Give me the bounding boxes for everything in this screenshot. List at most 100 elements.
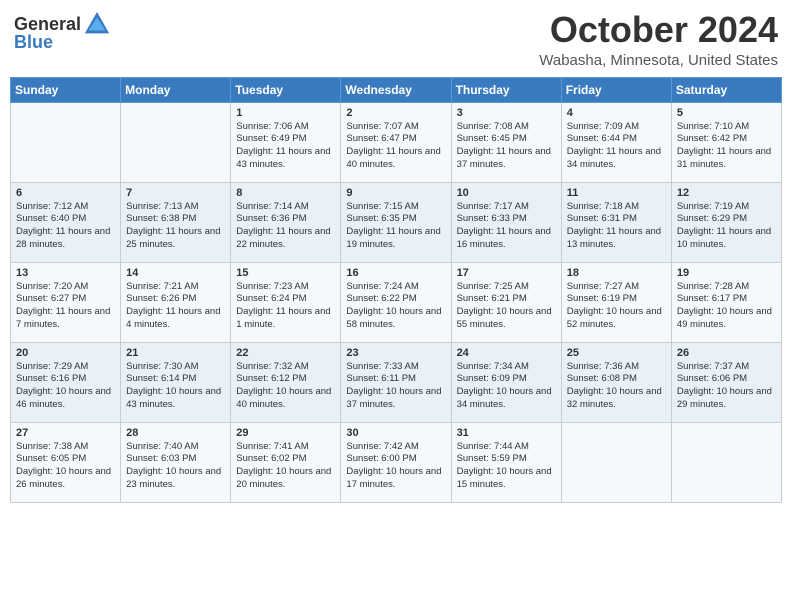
calendar-cell: 23 Sunrise: 7:33 AM Sunset: 6:11 PM Dayli…: [341, 342, 451, 422]
cell-content: Sunrise: 7:28 AM Sunset: 6:17 PM Dayligh…: [677, 281, 776, 332]
calendar-cell: [11, 102, 121, 182]
calendar-cell: 18Sunrise: 7:27 AM Sunset: 6:19 PM Dayli…: [561, 262, 671, 342]
calendar-cell: 30 Sunrise: 7:42 AM Sunset: 6:00 PM Dayli…: [341, 422, 451, 502]
day-number: 16: [346, 267, 445, 279]
calendar-table: SundayMondayTuesdayWednesdayThursdayFrid…: [10, 77, 782, 503]
cell-content: Sunrise: 7:41 AM Sunset: 6:02 PM Dayligh…: [236, 441, 335, 492]
day-number: 20: [16, 347, 115, 359]
cell-content: Sunrise: 7:32 AM Sunset: 6:12 PM Dayligh…: [236, 361, 335, 412]
day-number: 8: [236, 187, 335, 199]
day-number: 19: [677, 267, 776, 279]
cell-content: Sunrise: 7:25 AM Sunset: 6:21 PM Dayligh…: [457, 281, 556, 332]
cell-content: Sunrise: 7:44 AM Sunset: 5:59 PM Dayligh…: [457, 441, 556, 492]
day-number: 7: [126, 187, 225, 199]
day-number: 29: [236, 427, 335, 439]
cell-content: Sunrise: 7:20 AM Sunset: 6:27 PM Dayligh…: [16, 281, 115, 332]
location-title: Wabasha, Minnesota, United States: [539, 52, 778, 69]
cell-content: Sunrise: 7:30 AM Sunset: 6:14 PM Dayligh…: [126, 361, 225, 412]
cell-content: Sunrise: 7:33 AM Sunset: 6:11 PM Dayligh…: [346, 361, 445, 412]
cell-content: Sunrise: 7:36 AM Sunset: 6:08 PM Dayligh…: [567, 361, 666, 412]
day-number: 3: [457, 107, 556, 119]
cell-content: Sunrise: 7:14 AM Sunset: 6:36 PM Dayligh…: [236, 201, 335, 252]
day-number: 11: [567, 187, 666, 199]
page-header: General Blue October 2024 Wabasha, Minne…: [10, 10, 782, 69]
calendar-cell: 20 Sunrise: 7:29 AM Sunset: 6:16 PM Dayli…: [11, 342, 121, 422]
day-header-monday: Monday: [121, 77, 231, 102]
calendar-cell: 22 Sunrise: 7:32 AM Sunset: 6:12 PM Dayli…: [231, 342, 341, 422]
day-number: 1: [236, 107, 335, 119]
calendar-cell: [121, 102, 231, 182]
day-number: 12: [677, 187, 776, 199]
cell-content: Sunrise: 7:37 AM Sunset: 6:06 PM Dayligh…: [677, 361, 776, 412]
calendar-cell: 24 Sunrise: 7:34 AM Sunset: 6:09 PM Dayli…: [451, 342, 561, 422]
calendar-cell: 8 Sunrise: 7:14 AM Sunset: 6:36 PM Daylig…: [231, 182, 341, 262]
cell-content: Sunrise: 7:21 AM Sunset: 6:26 PM Dayligh…: [126, 281, 225, 332]
calendar-week-row: 13 Sunrise: 7:20 AM Sunset: 6:27 PM Dayli…: [11, 262, 782, 342]
day-number: 4: [567, 107, 666, 119]
calendar-cell: [561, 422, 671, 502]
calendar-cell: 21 Sunrise: 7:30 AM Sunset: 6:14 PM Dayli…: [121, 342, 231, 422]
day-number: 18: [567, 267, 666, 279]
calendar-cell: 28 Sunrise: 7:40 AM Sunset: 6:03 PM Dayli…: [121, 422, 231, 502]
day-number: 31: [457, 427, 556, 439]
day-header-thursday: Thursday: [451, 77, 561, 102]
cell-content: Sunrise: 7:24 AM Sunset: 6:22 PM Dayligh…: [346, 281, 445, 332]
day-number: 30: [346, 427, 445, 439]
cell-content: Sunrise: 7:12 AM Sunset: 6:40 PM Dayligh…: [16, 201, 115, 252]
cell-content: Sunrise: 7:34 AM Sunset: 6:09 PM Dayligh…: [457, 361, 556, 412]
day-number: 9: [346, 187, 445, 199]
day-number: 26: [677, 347, 776, 359]
cell-content: Sunrise: 7:40 AM Sunset: 6:03 PM Dayligh…: [126, 441, 225, 492]
day-number: 5: [677, 107, 776, 119]
cell-content: Sunrise: 7:38 AM Sunset: 6:05 PM Dayligh…: [16, 441, 115, 492]
day-number: 15: [236, 267, 335, 279]
calendar-cell: 26 Sunrise: 7:37 AM Sunset: 6:06 PM Dayli…: [671, 342, 781, 422]
calendar-cell: 4 Sunrise: 7:09 AM Sunset: 6:44 PM Daylig…: [561, 102, 671, 182]
logo: General Blue: [14, 10, 111, 53]
calendar-header-row: SundayMondayTuesdayWednesdayThursdayFrid…: [11, 77, 782, 102]
day-number: 23: [346, 347, 445, 359]
day-header-wednesday: Wednesday: [341, 77, 451, 102]
cell-content: Sunrise: 7:08 AM Sunset: 6:45 PM Dayligh…: [457, 121, 556, 172]
month-title: October 2024: [539, 10, 778, 50]
day-header-saturday: Saturday: [671, 77, 781, 102]
calendar-week-row: 27Sunrise: 7:38 AM Sunset: 6:05 PM Dayli…: [11, 422, 782, 502]
cell-content: Sunrise: 7:10 AM Sunset: 6:42 PM Dayligh…: [677, 121, 776, 172]
cell-content: Sunrise: 7:07 AM Sunset: 6:47 PM Dayligh…: [346, 121, 445, 172]
calendar-cell: 31 Sunrise: 7:44 AM Sunset: 5:59 PM Dayli…: [451, 422, 561, 502]
calendar-cell: 6 Sunrise: 7:12 AM Sunset: 6:40 PM Daylig…: [11, 182, 121, 262]
day-number: 21: [126, 347, 225, 359]
logo-blue-text: Blue: [14, 32, 53, 53]
day-number: 13: [16, 267, 115, 279]
cell-content: Sunrise: 7:42 AM Sunset: 6:00 PM Dayligh…: [346, 441, 445, 492]
calendar-cell: 5 Sunrise: 7:10 AM Sunset: 6:42 PM Daylig…: [671, 102, 781, 182]
cell-content: Sunrise: 7:13 AM Sunset: 6:38 PM Dayligh…: [126, 201, 225, 252]
day-number: 22: [236, 347, 335, 359]
cell-content: Sunrise: 7:15 AM Sunset: 6:35 PM Dayligh…: [346, 201, 445, 252]
calendar-week-row: 1Sunrise: 7:06 AM Sunset: 6:49 PM Daylig…: [11, 102, 782, 182]
calendar-cell: 15 Sunrise: 7:23 AM Sunset: 6:24 PM Dayli…: [231, 262, 341, 342]
calendar-cell: 13 Sunrise: 7:20 AM Sunset: 6:27 PM Dayli…: [11, 262, 121, 342]
calendar-cell: 9 Sunrise: 7:15 AM Sunset: 6:35 PM Daylig…: [341, 182, 451, 262]
cell-content: Sunrise: 7:09 AM Sunset: 6:44 PM Dayligh…: [567, 121, 666, 172]
calendar-cell: 14Sunrise: 7:21 AM Sunset: 6:26 PM Dayli…: [121, 262, 231, 342]
calendar-cell: 16 Sunrise: 7:24 AM Sunset: 6:22 PM Dayli…: [341, 262, 451, 342]
calendar-week-row: 6 Sunrise: 7:12 AM Sunset: 6:40 PM Daylig…: [11, 182, 782, 262]
cell-content: Sunrise: 7:17 AM Sunset: 6:33 PM Dayligh…: [457, 201, 556, 252]
cell-content: Sunrise: 7:23 AM Sunset: 6:24 PM Dayligh…: [236, 281, 335, 332]
calendar-cell: 7 Sunrise: 7:13 AM Sunset: 6:38 PM Daylig…: [121, 182, 231, 262]
calendar-cell: 3 Sunrise: 7:08 AM Sunset: 6:45 PM Daylig…: [451, 102, 561, 182]
logo-icon: [83, 10, 111, 38]
title-block: October 2024 Wabasha, Minnesota, United …: [539, 10, 778, 69]
calendar-cell: 25 Sunrise: 7:36 AM Sunset: 6:08 PM Dayli…: [561, 342, 671, 422]
day-number: 25: [567, 347, 666, 359]
day-number: 28: [126, 427, 225, 439]
cell-content: Sunrise: 7:29 AM Sunset: 6:16 PM Dayligh…: [16, 361, 115, 412]
day-number: 2: [346, 107, 445, 119]
cell-content: Sunrise: 7:18 AM Sunset: 6:31 PM Dayligh…: [567, 201, 666, 252]
calendar-cell: 1Sunrise: 7:06 AM Sunset: 6:49 PM Daylig…: [231, 102, 341, 182]
day-number: 24: [457, 347, 556, 359]
cell-content: Sunrise: 7:19 AM Sunset: 6:29 PM Dayligh…: [677, 201, 776, 252]
day-header-friday: Friday: [561, 77, 671, 102]
day-number: 6: [16, 187, 115, 199]
